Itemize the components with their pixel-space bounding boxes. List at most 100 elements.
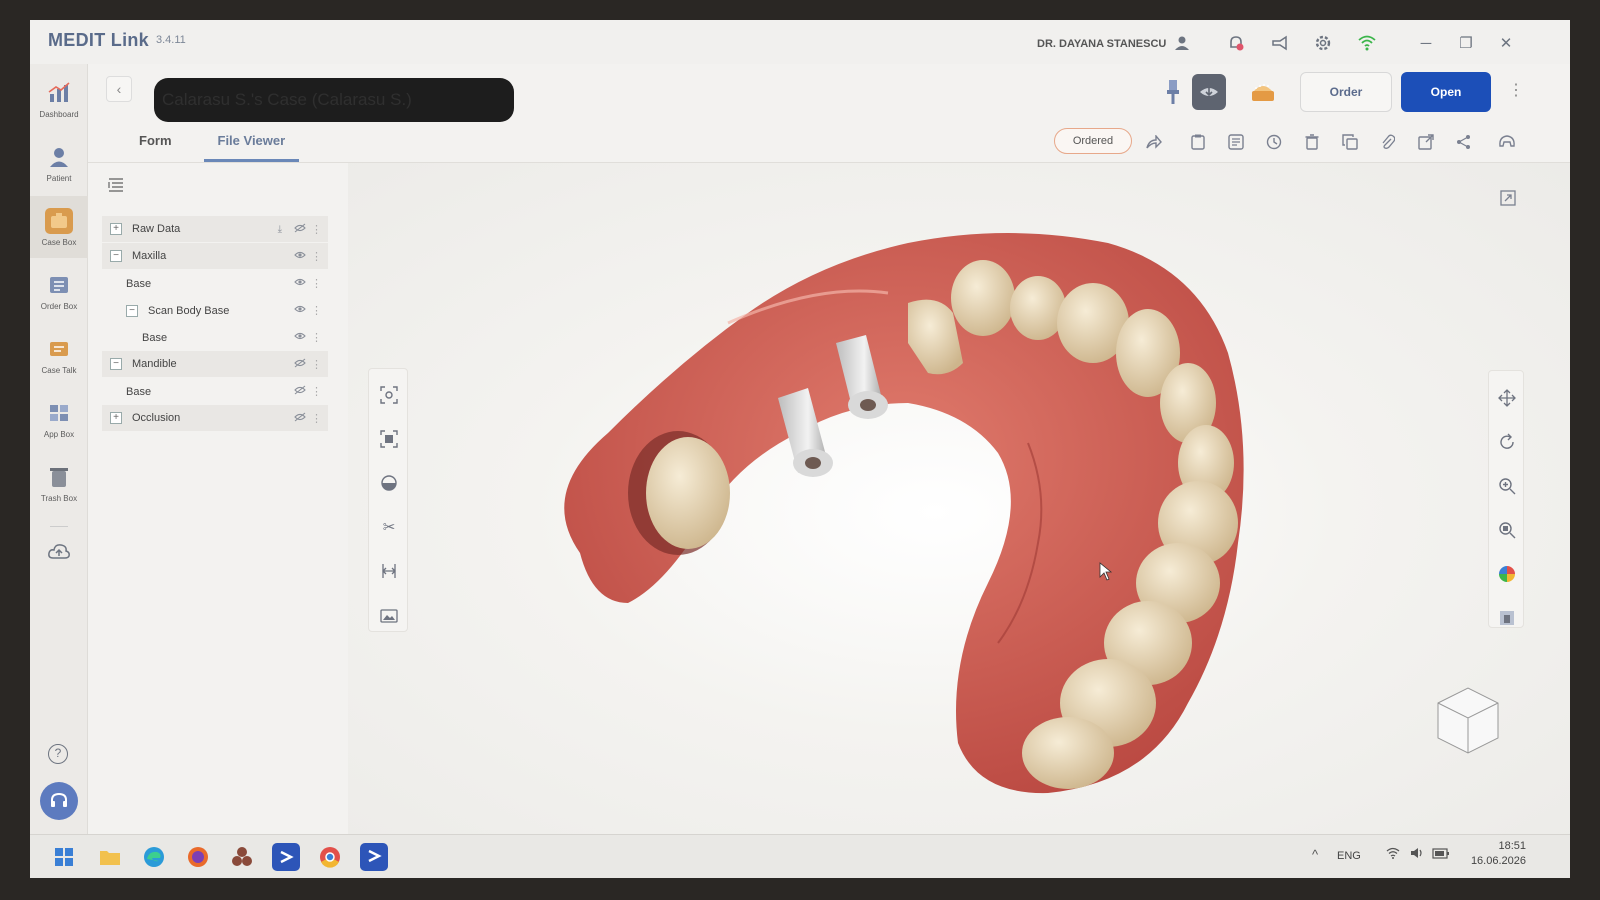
expand-icon[interactable]: + (110, 223, 122, 235)
copy-icon[interactable] (1340, 132, 1360, 152)
file-explorer-icon[interactable] (96, 843, 124, 871)
eye-icon[interactable] (294, 277, 306, 290)
tab-file-viewer[interactable]: File Viewer (203, 128, 300, 162)
fit-view-icon[interactable] (377, 427, 401, 451)
external-open-icon[interactable] (1416, 132, 1436, 152)
row-options-icon[interactable]: ⋮ (311, 358, 322, 371)
battery-charging-icon[interactable] (1432, 847, 1450, 862)
eye-icon[interactable] (294, 250, 306, 263)
color-texture-icon[interactable] (1496, 563, 1518, 585)
row-options-icon[interactable]: ⋮ (311, 250, 322, 263)
screenshot-icon[interactable] (377, 603, 401, 627)
row-options-icon[interactable]: ⋮ (311, 412, 322, 425)
viewer-tool-panel: ✂ (368, 368, 408, 632)
tree-row-scan-body-base[interactable]: − Scan Body Base ⋮ (102, 297, 328, 324)
tree-row-maxilla-base[interactable]: Base ⋮ (102, 270, 328, 297)
tree-row-mandible[interactable]: − Mandible ⋮ (102, 351, 328, 378)
fullscreen-toggle-icon[interactable] (1500, 190, 1516, 209)
start-menu-icon[interactable] (50, 843, 78, 871)
collapse-icon[interactable]: − (110, 358, 122, 370)
view-mode-icon[interactable] (1496, 607, 1518, 629)
notification-bell-icon[interactable] (1226, 34, 1246, 52)
back-button[interactable]: ‹ (106, 76, 132, 102)
tooth-case-icon[interactable] (1497, 132, 1517, 152)
medit-link-taskbar-icon[interactable] (272, 843, 300, 871)
measure-icon[interactable] (377, 559, 401, 583)
nav-app-box[interactable]: App Box (30, 388, 88, 450)
minimize-icon[interactable]: ─ (1416, 34, 1436, 52)
help-icon[interactable]: ? (48, 744, 68, 764)
scissors-icon[interactable]: ✂ (377, 515, 401, 539)
cloud-upload-icon[interactable] (47, 542, 71, 565)
memo-icon[interactable] (1226, 132, 1246, 152)
firefox-icon[interactable] (184, 843, 212, 871)
share-icon[interactable] (1454, 132, 1474, 152)
close-icon[interactable]: ✕ (1496, 34, 1516, 52)
volume-icon[interactable] (1410, 847, 1424, 862)
tree-list-icon[interactable] (108, 178, 124, 196)
expand-icon[interactable]: + (110, 412, 122, 424)
orientation-cube[interactable] (1437, 687, 1499, 754)
tree-row-maxilla[interactable]: − Maxilla ⋮ (102, 243, 328, 270)
delete-icon[interactable] (1302, 132, 1322, 152)
zoom-in-icon[interactable] (1496, 475, 1518, 497)
network-signal-icon[interactable] (1357, 34, 1377, 52)
tree-row-scan-body-base-child[interactable]: Base ⋮ (102, 324, 328, 351)
history-icon[interactable] (1264, 132, 1284, 152)
support-headset-icon[interactable] (40, 782, 78, 820)
order-button[interactable]: Order (1300, 72, 1392, 112)
eye-icon[interactable] (294, 331, 306, 344)
3d-viewer[interactable] (348, 163, 1570, 834)
nav-order-box[interactable]: Order Box (30, 260, 88, 322)
eye-hidden-icon[interactable] (294, 223, 306, 236)
app-cluster-icon[interactable] (228, 843, 256, 871)
system-clock[interactable]: 18:51 16.06.2026 (1466, 839, 1526, 869)
chrome-browser-icon[interactable] (316, 843, 344, 871)
zoom-region-icon[interactable] (1496, 519, 1518, 541)
medit-active-taskbar-icon[interactable] (360, 843, 388, 871)
collapse-icon[interactable]: − (110, 250, 122, 262)
eye-icon[interactable] (294, 304, 306, 317)
row-options-icon[interactable]: ⋮ (311, 331, 322, 344)
impression-toggle-icon[interactable] (1192, 74, 1226, 110)
row-options-icon[interactable]: ⋮ (311, 277, 322, 290)
clipboard-icon[interactable] (1188, 132, 1208, 152)
wifi-icon[interactable] (1386, 847, 1400, 862)
collapse-icon[interactable]: − (126, 304, 138, 317)
row-options-icon[interactable]: ⋮ (311, 223, 322, 236)
user-name[interactable]: DR. DAYANA STANESCU (1037, 38, 1166, 50)
row-options-icon[interactable]: ⋮ (311, 304, 322, 317)
section-half-icon[interactable] (377, 471, 401, 495)
rotate-icon[interactable] (1496, 431, 1518, 453)
tree-row-raw-data[interactable]: + Raw Data ⤓ ⋮ (102, 216, 328, 243)
row-options-icon[interactable]: ⋮ (311, 385, 322, 398)
nav-trash-box[interactable]: Trash Box (30, 452, 88, 514)
tab-form[interactable]: Form (125, 128, 186, 162)
eye-hidden-icon[interactable] (294, 385, 306, 398)
pan-move-icon[interactable] (1496, 387, 1518, 409)
nav-case-box[interactable]: Case Box (30, 196, 88, 258)
attachment-icon[interactable] (1378, 132, 1398, 152)
edge-browser-icon[interactable] (140, 843, 168, 871)
announcement-icon[interactable] (1270, 34, 1290, 52)
nav-dashboard[interactable]: Dashboard (30, 68, 88, 130)
tree-row-occlusion[interactable]: + Occlusion ⋮ (102, 405, 328, 432)
focus-target-icon[interactable] (377, 383, 401, 407)
dental-scan-model[interactable] (348, 163, 1570, 834)
open-button[interactable]: Open (1401, 72, 1491, 112)
more-options-icon[interactable]: ⋮ (1508, 80, 1524, 100)
download-icon[interactable]: ⤓ (278, 224, 282, 235)
share-arrow-icon[interactable] (1144, 132, 1164, 152)
scan-body-toggle-icon[interactable] (1156, 74, 1190, 110)
eye-hidden-icon[interactable] (294, 412, 306, 425)
settings-gear-icon[interactable] (1313, 34, 1333, 52)
arch-model-icon[interactable] (1246, 74, 1280, 110)
nav-case-talk[interactable]: Case Talk (30, 324, 88, 386)
user-icon[interactable] (1172, 34, 1192, 52)
tree-row-mandible-base[interactable]: Base ⋮ (102, 378, 328, 405)
eye-hidden-icon[interactable] (294, 358, 306, 371)
nav-patient[interactable]: Patient (30, 132, 88, 194)
restore-icon[interactable]: ❐ (1456, 34, 1476, 52)
tray-expand-icon[interactable]: ^ (1312, 847, 1318, 862)
input-language[interactable]: ENG (1337, 850, 1361, 862)
